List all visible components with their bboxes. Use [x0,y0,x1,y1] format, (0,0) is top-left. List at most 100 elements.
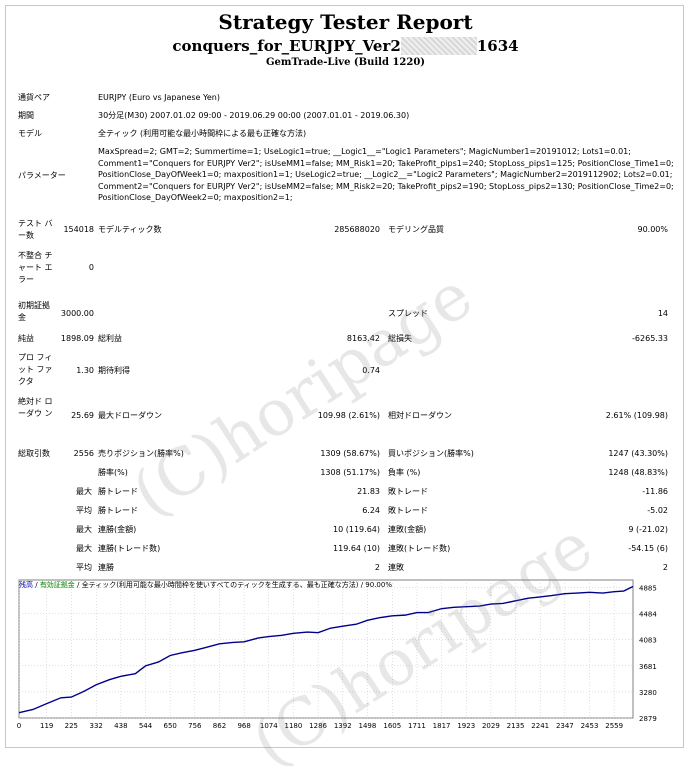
x-tick-label: 2453 [581,722,599,730]
pf-value: 1.30 [76,366,94,375]
x-tick-label: 2347 [556,722,574,730]
ticks-value: 285688020 [334,225,380,234]
max-cons-win-label: 連勝(金額) [98,525,137,534]
param-label: パラメーター [18,171,66,180]
balance-chart-svg: 0 119 225 332 438 544 650 756 862 968 1074 1180 1286… [17,579,657,730]
avg-word-2: 平均 [76,563,92,572]
avg-cons-win-label: 連勝 [98,563,114,572]
ea-name: conquers_for_EURJPY_Ver2 1634 [0,37,691,55]
expected-value: 0.74 [362,366,380,375]
period-label: 期間 [18,111,34,120]
spread-value: 14 [657,309,668,318]
balance-chart: 0 119 225 332 438 544 650 756 862 968 1074 1180 1286… [17,578,683,733]
x-tick-label: 2029 [482,722,500,730]
trades-value: 2556 [73,449,94,458]
gross-loss-value: -6265.33 [632,334,668,343]
gross-profit-value: 8163.42 [346,334,380,343]
avg-win-label: 勝トレード [98,506,138,515]
legend-model: 全ティック(利用可能な最小時間枠を使いすべてのティックを生成する、最も正確な方法… [81,581,359,589]
chart-legend: 残高 / 有効証拠金 / 全ティック(利用可能な最小時間枠を使いすべてのティック… [19,581,392,589]
net-value: 1898.09 [60,334,94,343]
long-value: 1247 (43.30%) [608,449,668,458]
max-dd-label: 最大ドローダウン [98,411,162,420]
trades-label: 総取引数 [18,449,50,458]
largest-loss-label: 敗トレード [388,487,428,496]
x-tick-label: 0 [17,722,21,730]
server-build: GemTrade-Live (Build 1220) [265,57,426,68]
max-word-1: 最大 [76,487,92,496]
x-tick-label: 332 [90,722,103,730]
max-cons-profit-value: 119.64 (10) [333,544,380,553]
max-cons-profit-label: 連勝(トレード数) [98,544,161,553]
rel-dd-label: 相対ドローダウン [388,411,452,420]
x-tick-label: 1605 [383,722,401,730]
report-title: Strategy Tester Report [218,10,473,34]
x-tick-label: 2241 [531,722,549,730]
max-cons-loss-label: 連敗(金額) [388,525,427,534]
bars-value: 154018 [63,225,94,234]
ea-name-suffix: 1634 [476,37,519,55]
y-tick-label: 3681 [639,663,657,671]
largest-loss-value: -11.86 [642,487,668,496]
legend-balance: 残高 [19,581,33,589]
redacted-block [400,37,477,55]
x-tick-label: 1711 [408,722,426,730]
max-cons-lossamt-label: 連敗(トレード数) [388,544,451,553]
spread-label: スプレッド [388,309,428,318]
pair-label: 通貨ペア [18,93,50,102]
x-tick-label: 862 [213,722,226,730]
param-value: MaxSpread=2; GMT=2; Summertime=1; UseLog… [98,147,674,202]
x-tick-label: 1498 [358,722,376,730]
model-label: モデル [18,129,42,138]
y-tick-label: 4484 [639,611,657,619]
quality-label: モデリング品質 [388,225,444,234]
x-tick-label: 650 [163,722,176,730]
avg-cons-win-value: 2 [374,563,380,572]
expected-label: 期待利得 [98,366,130,375]
legend-quality: 90.00% [365,581,392,589]
max-word-2: 最大 [76,525,92,534]
avg-cons-loss-value: 2 [662,563,668,572]
x-tick-label: 1180 [285,722,303,730]
plot-area [18,579,634,719]
x-tick-label: 438 [114,722,127,730]
win-label: 勝率(%) [98,468,128,477]
ea-name-prefix: conquers_for_EURJPY_Ver2 [172,37,401,55]
quality-value: 90.00% [637,225,668,234]
x-tick-label: 756 [188,722,202,730]
x-tick-label: 1923 [457,722,475,730]
y-tick-label: 4083 [639,637,657,645]
x-tick-label: 2559 [605,722,623,730]
x-tick-label: 1074 [260,722,278,730]
y-tick-label: 2879 [639,715,657,723]
period-value: 30分足(M30) 2007.01.02 09:00 - 2019.06.29 … [98,111,410,120]
x-tick-label: 1392 [334,722,352,730]
net-label: 純益 [18,334,34,343]
largest-win-value: 21.83 [357,487,380,496]
loss-label: 負率 (%) [388,468,421,477]
legend-equity: 有効証拠金 [39,581,75,589]
abs-dd-value: 25.69 [71,411,94,420]
y-tick-label: 3280 [639,689,657,697]
x-tick-label: 1286 [309,722,327,730]
avg-loss-label: 敗トレード [388,506,428,515]
avg-loss-value: -5.02 [647,506,668,515]
y-tick-label: 4885 [639,584,657,592]
max-word-3: 最大 [76,544,92,553]
max-cons-loss-value: 9 (-21.02) [628,525,668,534]
short-value: 1309 (58.67%) [320,449,380,458]
model-value: 全ティック (利用可能な最小時間枠による最も正確な方法) [98,129,307,138]
rel-dd-value: 2.61% (109.98) [605,411,668,420]
max-cons-lossamt-value: -54.15 (6) [628,544,668,553]
loss-value: 1248 (48.83%) [608,468,668,477]
x-tick-label: 544 [139,722,153,730]
win-value: 1308 (51.17%) [320,468,380,477]
x-tick-label: 225 [65,722,78,730]
short-label: 売りポジション(勝率%) [98,449,184,458]
deposit-value: 3000.00 [60,309,94,318]
x-tick-label: 1817 [433,722,451,730]
gross-loss-label: 総損失 [388,334,412,343]
pair-value: EURJPY (Euro vs Japanese Yen) [98,93,220,102]
avg-word-1: 平均 [76,506,92,515]
long-label: 買いポジション(勝率%) [388,449,474,458]
